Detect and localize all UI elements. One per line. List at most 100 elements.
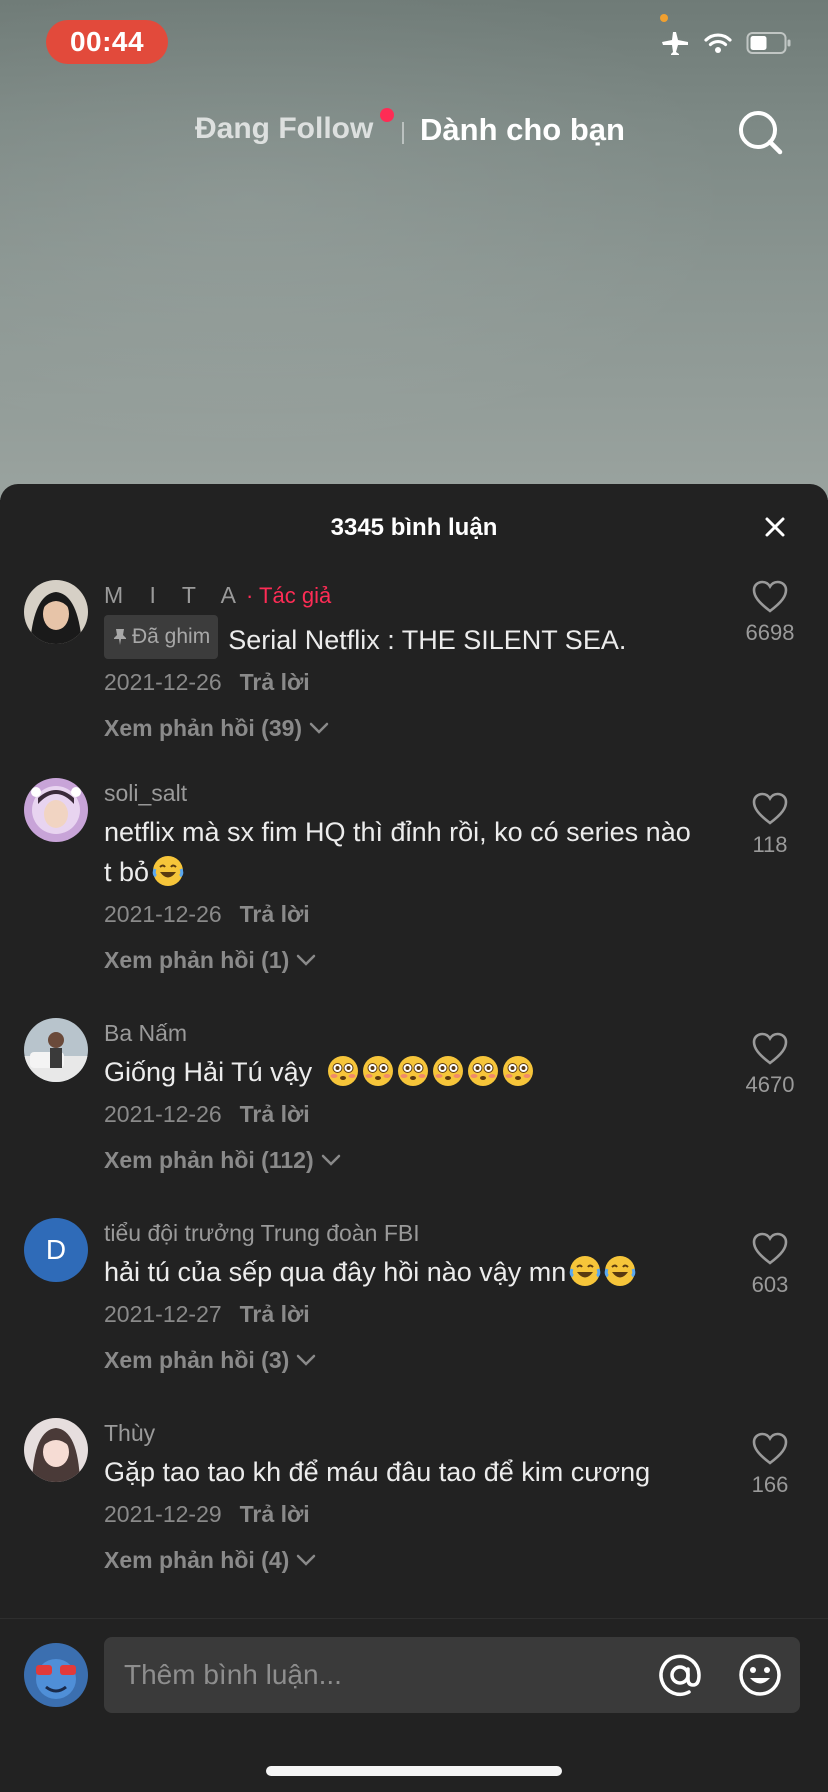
status-time: 00:44	[46, 20, 168, 64]
reply-button[interactable]: Trả lời	[240, 669, 310, 695]
comment-meta: 2021-12-26 Trả lời	[104, 898, 704, 930]
laughing-tears-emoji-icon	[152, 856, 184, 886]
avatar[interactable]	[24, 1418, 88, 1482]
comment-date: 2021-12-27	[104, 1301, 222, 1327]
comment-text-content: hải tú của sếp qua đây hồi nào vậy mn	[104, 1257, 567, 1287]
flushed-emoji-icon	[467, 1056, 498, 1086]
my-avatar[interactable]	[24, 1643, 88, 1707]
heart-icon	[752, 1432, 788, 1465]
comment-username[interactable]: Thùy	[104, 1418, 704, 1448]
reply-button[interactable]: Trả lời	[240, 901, 310, 927]
view-replies-button[interactable]: Xem phản hồi (4)	[104, 1544, 704, 1576]
comment-meta: 2021-12-26 Trả lời	[104, 1098, 704, 1130]
comment-text: netflix mà sx fim HQ thì đỉnh rồi, ko có…	[104, 812, 704, 892]
chevron-down-icon	[297, 1554, 316, 1566]
comments-count-title: 3345 bình luận	[330, 514, 498, 541]
flushed-emoji-icon	[327, 1056, 358, 1086]
notification-dot	[380, 108, 394, 122]
heart-icon	[752, 1232, 788, 1265]
reply-button[interactable]: Trả lời	[240, 1301, 310, 1327]
comment-date: 2021-12-26	[104, 669, 222, 695]
reply-button[interactable]: Trả lời	[240, 1101, 310, 1127]
comment-text: Giống Hải Tú vậy	[104, 1052, 704, 1092]
chevron-down-icon	[321, 1154, 340, 1166]
reply-button[interactable]: Trả lời	[240, 1501, 310, 1527]
avatar[interactable]	[24, 580, 88, 644]
comment-meta: 2021-12-26 Trả lời	[104, 666, 704, 698]
pin-icon	[114, 629, 126, 645]
like-count: 118	[752, 832, 788, 857]
comment-text-content: netflix mà sx fim HQ thì đỉnh rồi, ko có…	[104, 817, 691, 887]
avatar-letter: D	[45, 1234, 67, 1265]
heart-icon	[752, 580, 788, 613]
flushed-emoji-icon	[502, 1056, 533, 1086]
top-nav: Đang Follow Dành cho bạn	[0, 108, 828, 158]
avatar[interactable]	[24, 778, 88, 842]
tab-following[interactable]: Đang Follow	[195, 112, 373, 146]
emoji-picker-icon[interactable]	[736, 1651, 784, 1699]
tab-for-you[interactable]: Dành cho bạn	[420, 112, 625, 148]
flushed-emoji-row	[324, 1056, 534, 1087]
like-button[interactable]: 118	[730, 792, 810, 858]
comment-username[interactable]: M I T A· Tác giả	[104, 580, 704, 611]
flushed-emoji-icon	[397, 1056, 428, 1086]
airplane-icon	[662, 32, 688, 55]
comment-date: 2021-12-26	[104, 901, 222, 927]
like-count: 166	[751, 1472, 789, 1497]
tab-divider	[402, 122, 404, 144]
home-indicator[interactable]	[266, 1766, 562, 1776]
comment-text: hải tú của sếp qua đây hồi nào vậy mn	[104, 1252, 704, 1292]
comment-meta: 2021-12-29 Trả lời	[104, 1498, 704, 1530]
view-replies-button[interactable]: Xem phản hồi (1)	[104, 944, 704, 976]
laughing-tears-emoji-icon	[570, 1256, 601, 1286]
comment-date: 2021-12-26	[104, 1101, 222, 1127]
privacy-indicator-dot	[660, 14, 668, 22]
like-count: 603	[751, 1272, 789, 1297]
flushed-emoji-icon	[432, 1056, 463, 1086]
wifi-icon	[704, 33, 732, 53]
comment-username[interactable]: soli_salt	[104, 778, 704, 808]
comment-meta: 2021-12-27 Trả lời	[104, 1298, 704, 1330]
comment-date: 2021-12-29	[104, 1501, 222, 1527]
flushed-emoji-icon	[362, 1056, 393, 1086]
like-button[interactable]: 6698	[730, 580, 810, 646]
comment-text: Gặp tao tao kh để máu đâu tao để kim cươ…	[104, 1452, 704, 1492]
like-button[interactable]: 603	[730, 1232, 810, 1298]
view-replies-label: Xem phản hồi (112)	[104, 1147, 314, 1173]
chevron-down-icon	[297, 954, 316, 966]
comment-username[interactable]: Ba Nấm	[104, 1018, 704, 1048]
view-replies-label: Xem phản hồi (4)	[104, 1547, 290, 1573]
mention-icon[interactable]	[656, 1651, 704, 1699]
comment-input[interactable]: Thêm bình luận...	[104, 1637, 800, 1713]
close-icon[interactable]	[758, 510, 792, 544]
like-count: 4670	[745, 1072, 795, 1097]
like-button[interactable]: 4670	[730, 1032, 810, 1098]
like-count: 6698	[745, 620, 795, 645]
laughing-tears-emoji-icon	[605, 1256, 636, 1286]
battery-icon	[746, 32, 791, 54]
comments-sheet: 3345 bình luận M I T A· Tác giả Đã ghim …	[0, 484, 828, 1792]
avatar[interactable]: D	[24, 1218, 88, 1282]
chevron-down-icon	[309, 722, 329, 734]
view-replies-button[interactable]: Xem phản hồi (3)	[104, 1344, 704, 1376]
comment-input-placeholder: Thêm bình luận...	[124, 1659, 342, 1690]
chevron-down-icon	[297, 1354, 316, 1366]
view-replies-button[interactable]: Xem phản hồi (112)	[104, 1144, 704, 1176]
view-replies-label: Xem phản hồi (39)	[104, 715, 303, 741]
like-button[interactable]: 166	[730, 1432, 810, 1498]
comment-text-content: Gặp tao tao kh để máu đâu tao để kim cươ…	[104, 1457, 651, 1487]
pinned-badge: Đã ghim	[104, 615, 219, 659]
view-replies-button[interactable]: Xem phản hồi (39)	[104, 712, 704, 744]
comment-text-content: Giống Hải Tú vậy	[104, 1057, 313, 1087]
pinned-label: Đã ghim	[132, 625, 211, 648]
comment-username[interactable]: tiểu đội trưởng Trung đoàn FBI	[104, 1218, 704, 1248]
comment-text: Đã ghim Serial Netflix : THE SILENT SEA.	[104, 615, 704, 660]
avatar[interactable]	[24, 1018, 88, 1082]
status-icons	[660, 30, 792, 56]
heart-icon	[752, 792, 788, 825]
view-replies-label: Xem phản hồi (3)	[104, 1347, 290, 1373]
heart-icon	[752, 1032, 788, 1065]
search-icon[interactable]	[736, 108, 786, 158]
comment-text-content: Serial Netflix : THE SILENT SEA.	[228, 625, 627, 655]
video-background[interactable]	[0, 0, 828, 500]
